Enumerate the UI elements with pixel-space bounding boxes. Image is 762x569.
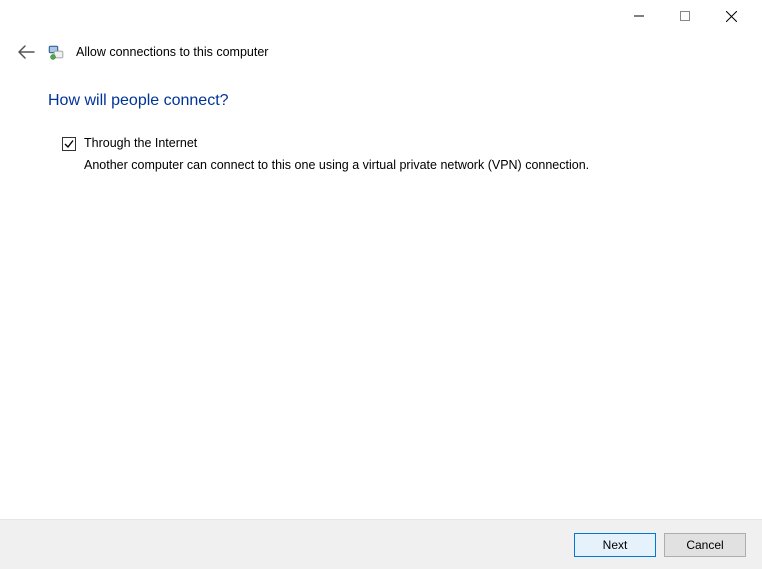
minimize-button[interactable]	[616, 1, 662, 31]
wizard-content: How will people connect? Through the Int…	[0, 72, 762, 175]
close-button[interactable]	[708, 1, 754, 31]
wizard-header: Allow connections to this computer	[0, 32, 762, 72]
wizard-footer: Next Cancel	[0, 519, 762, 569]
network-wizard-icon	[46, 42, 66, 62]
next-button[interactable]: Next	[574, 533, 656, 557]
back-arrow-icon	[17, 44, 35, 60]
cancel-button[interactable]: Cancel	[664, 533, 746, 557]
page-heading: How will people connect?	[48, 92, 714, 110]
close-icon	[726, 11, 737, 22]
through-internet-label: Through the Internet	[84, 136, 197, 150]
option-through-internet[interactable]: Through the Internet	[62, 136, 714, 151]
back-button[interactable]	[16, 42, 36, 62]
minimize-icon	[634, 11, 644, 21]
wizard-title: Allow connections to this computer	[76, 45, 268, 59]
maximize-icon	[680, 11, 690, 21]
maximize-button[interactable]	[662, 1, 708, 31]
titlebar	[0, 0, 762, 32]
checkmark-icon	[63, 138, 75, 150]
through-internet-checkbox[interactable]	[62, 137, 76, 151]
through-internet-description: Another computer can connect to this one…	[84, 157, 604, 175]
